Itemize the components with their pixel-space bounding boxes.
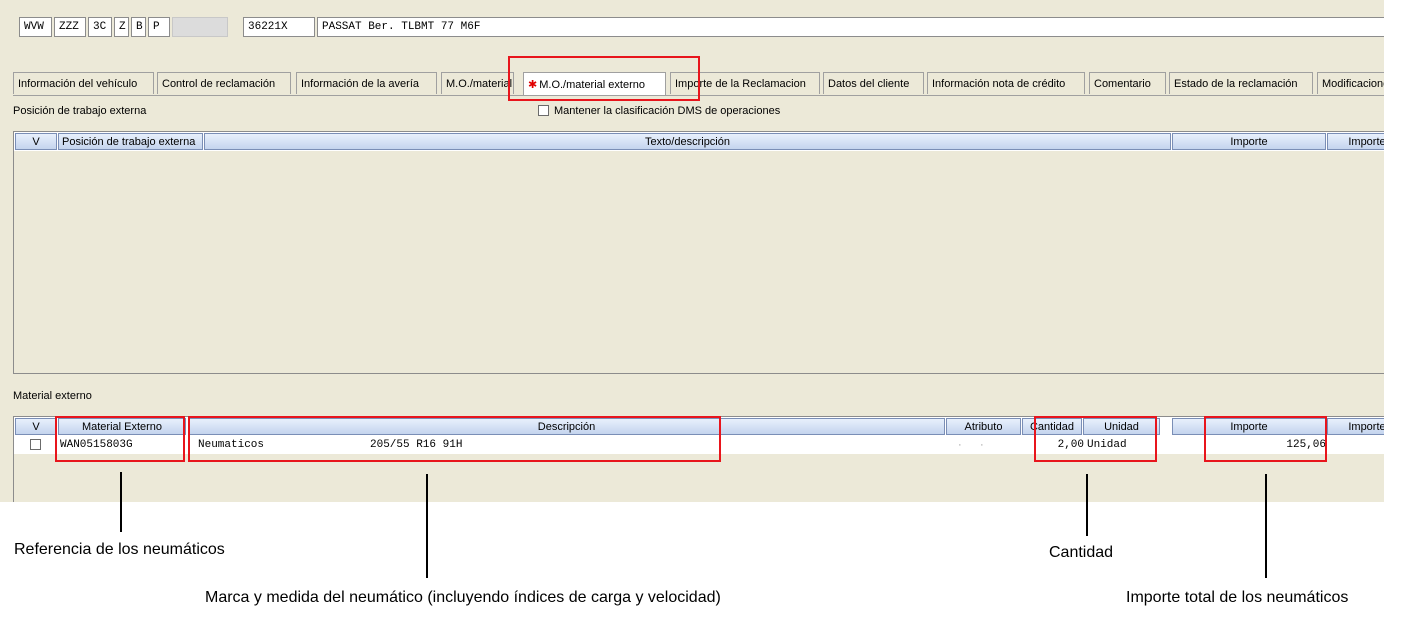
tab-labor-material[interactable]: M.O./material bbox=[441, 72, 514, 94]
tab-label: Importe de la Reclamacion bbox=[675, 77, 806, 90]
annotation-reference: Referencia de los neumáticos bbox=[14, 541, 225, 558]
required-marker-icon: ✱ bbox=[528, 79, 538, 91]
tab-label: Comentario bbox=[1094, 77, 1151, 90]
col-unit[interactable]: Unidad bbox=[1083, 418, 1160, 435]
quantity-value[interactable]: 2,00 bbox=[1022, 437, 1084, 453]
row-select-checkbox[interactable] bbox=[30, 439, 41, 450]
vin-field-2[interactable]: ZZZ bbox=[54, 17, 86, 37]
tab-label: Datos del cliente bbox=[828, 77, 910, 90]
tab-customer-data[interactable]: Datos del cliente bbox=[823, 72, 924, 94]
col-amount-2[interactable]: Importe bbox=[1327, 418, 1384, 435]
tab-label: M.O./material bbox=[446, 77, 513, 90]
vin-field-4[interactable]: Z bbox=[114, 17, 129, 37]
material-number[interactable]: WAN0515803G bbox=[60, 437, 186, 453]
tab-claim-amount[interactable]: Importe de la Reclamacion bbox=[670, 72, 820, 94]
tab-comment[interactable]: Comentario bbox=[1089, 72, 1166, 94]
col-attribute[interactable]: Atributo bbox=[946, 418, 1021, 435]
attribute-field[interactable]: · · bbox=[958, 437, 988, 453]
tab-label: Información de la avería bbox=[301, 77, 420, 90]
external-material-table-header: V Material Externo Descripción Atributo … bbox=[14, 417, 1384, 436]
tab-label: M.O./material externo bbox=[539, 78, 645, 91]
pointer-line-quantity bbox=[1086, 474, 1088, 536]
external-work-label: Posición de trabajo externa bbox=[13, 105, 147, 117]
tab-external-labor-material[interactable]: ✱ M.O./material externo bbox=[523, 72, 666, 95]
col-description[interactable]: Descripción bbox=[188, 418, 945, 435]
external-material-label: Material externo bbox=[13, 390, 92, 402]
material-size[interactable]: 205/55 R16 91H bbox=[370, 437, 610, 453]
vin-field-3[interactable]: 3C bbox=[88, 17, 112, 37]
col-amount[interactable]: Importe bbox=[1172, 133, 1326, 150]
vin-field-5[interactable]: B bbox=[131, 17, 146, 37]
tab-vehicle-info[interactable]: Información del vehículo bbox=[13, 72, 154, 94]
pointer-line-description bbox=[426, 474, 428, 578]
annotation-brand-size: Marca y medida del neumático (incluyendo… bbox=[205, 589, 721, 606]
external-work-table-header: V Posición de trabajo externa Texto/desc… bbox=[14, 132, 1384, 151]
col-quantity[interactable]: Cantidad bbox=[1022, 418, 1082, 435]
sap-window: WVW ZZZ 3C Z B P 36221X PASSAT Ber. TLBM… bbox=[0, 0, 1384, 502]
tab-label: Información nota de crédito bbox=[932, 77, 1066, 90]
tab-fault-info[interactable]: Información de la avería bbox=[296, 72, 437, 94]
tab-label: Estado de la reclamación bbox=[1174, 77, 1298, 90]
tab-claim-control[interactable]: Control de reclamación bbox=[157, 72, 291, 94]
tab-label: Información del vehículo bbox=[18, 77, 138, 90]
vin-field-redacted bbox=[172, 17, 228, 37]
col-external-material[interactable]: Material Externo bbox=[58, 418, 186, 435]
tab-label: Control de reclamación bbox=[162, 77, 276, 90]
unit-value[interactable]: Unidad bbox=[1087, 437, 1157, 453]
keep-dms-classification-checkbox[interactable] bbox=[538, 105, 549, 116]
col-amount[interactable]: Importe bbox=[1172, 418, 1326, 435]
tab-claim-status[interactable]: Estado de la reclamación bbox=[1169, 72, 1313, 94]
annotation-quantity: Cantidad bbox=[1049, 544, 1114, 561]
tab-credit-note-info[interactable]: Información nota de crédito bbox=[927, 72, 1085, 94]
col-amount-2[interactable]: Importe bbox=[1327, 133, 1384, 150]
col-text-description[interactable]: Texto/descripción bbox=[204, 133, 1171, 150]
external-work-table: V Posición de trabajo externa Texto/desc… bbox=[13, 131, 1384, 374]
vin-field-1[interactable]: WVW bbox=[19, 17, 52, 37]
annotation-total: Importe total de los neumáticos bbox=[1126, 589, 1349, 606]
pointer-line-reference bbox=[120, 472, 122, 532]
col-v[interactable]: V bbox=[15, 133, 57, 150]
keep-dms-classification-label: Mantener la clasificación DMS de operaci… bbox=[554, 105, 781, 117]
tab-modifications[interactable]: Modificaciones bbox=[1317, 72, 1384, 94]
vehicle-description-field[interactable]: PASSAT Ber. TLBMT 77 M6F bbox=[317, 17, 1384, 37]
vehicle-number-field[interactable]: 36221X bbox=[243, 17, 315, 37]
pointer-line-amount bbox=[1265, 474, 1267, 578]
tab-strip: Información del vehículo Control de recl… bbox=[13, 72, 1384, 96]
col-external-work-position[interactable]: Posición de trabajo externa bbox=[58, 133, 203, 150]
amount-value[interactable]: 125,06 bbox=[1214, 437, 1326, 453]
col-v[interactable]: V bbox=[15, 418, 57, 435]
vin-field-6[interactable]: P bbox=[148, 17, 170, 37]
table-row[interactable]: WAN0515803G Neumaticos 205/55 R16 91H · … bbox=[14, 436, 1384, 454]
external-material-table: V Material Externo Descripción Atributo … bbox=[13, 416, 1384, 502]
tab-label: Modificaciones bbox=[1322, 77, 1384, 90]
material-description[interactable]: Neumaticos bbox=[198, 437, 368, 453]
